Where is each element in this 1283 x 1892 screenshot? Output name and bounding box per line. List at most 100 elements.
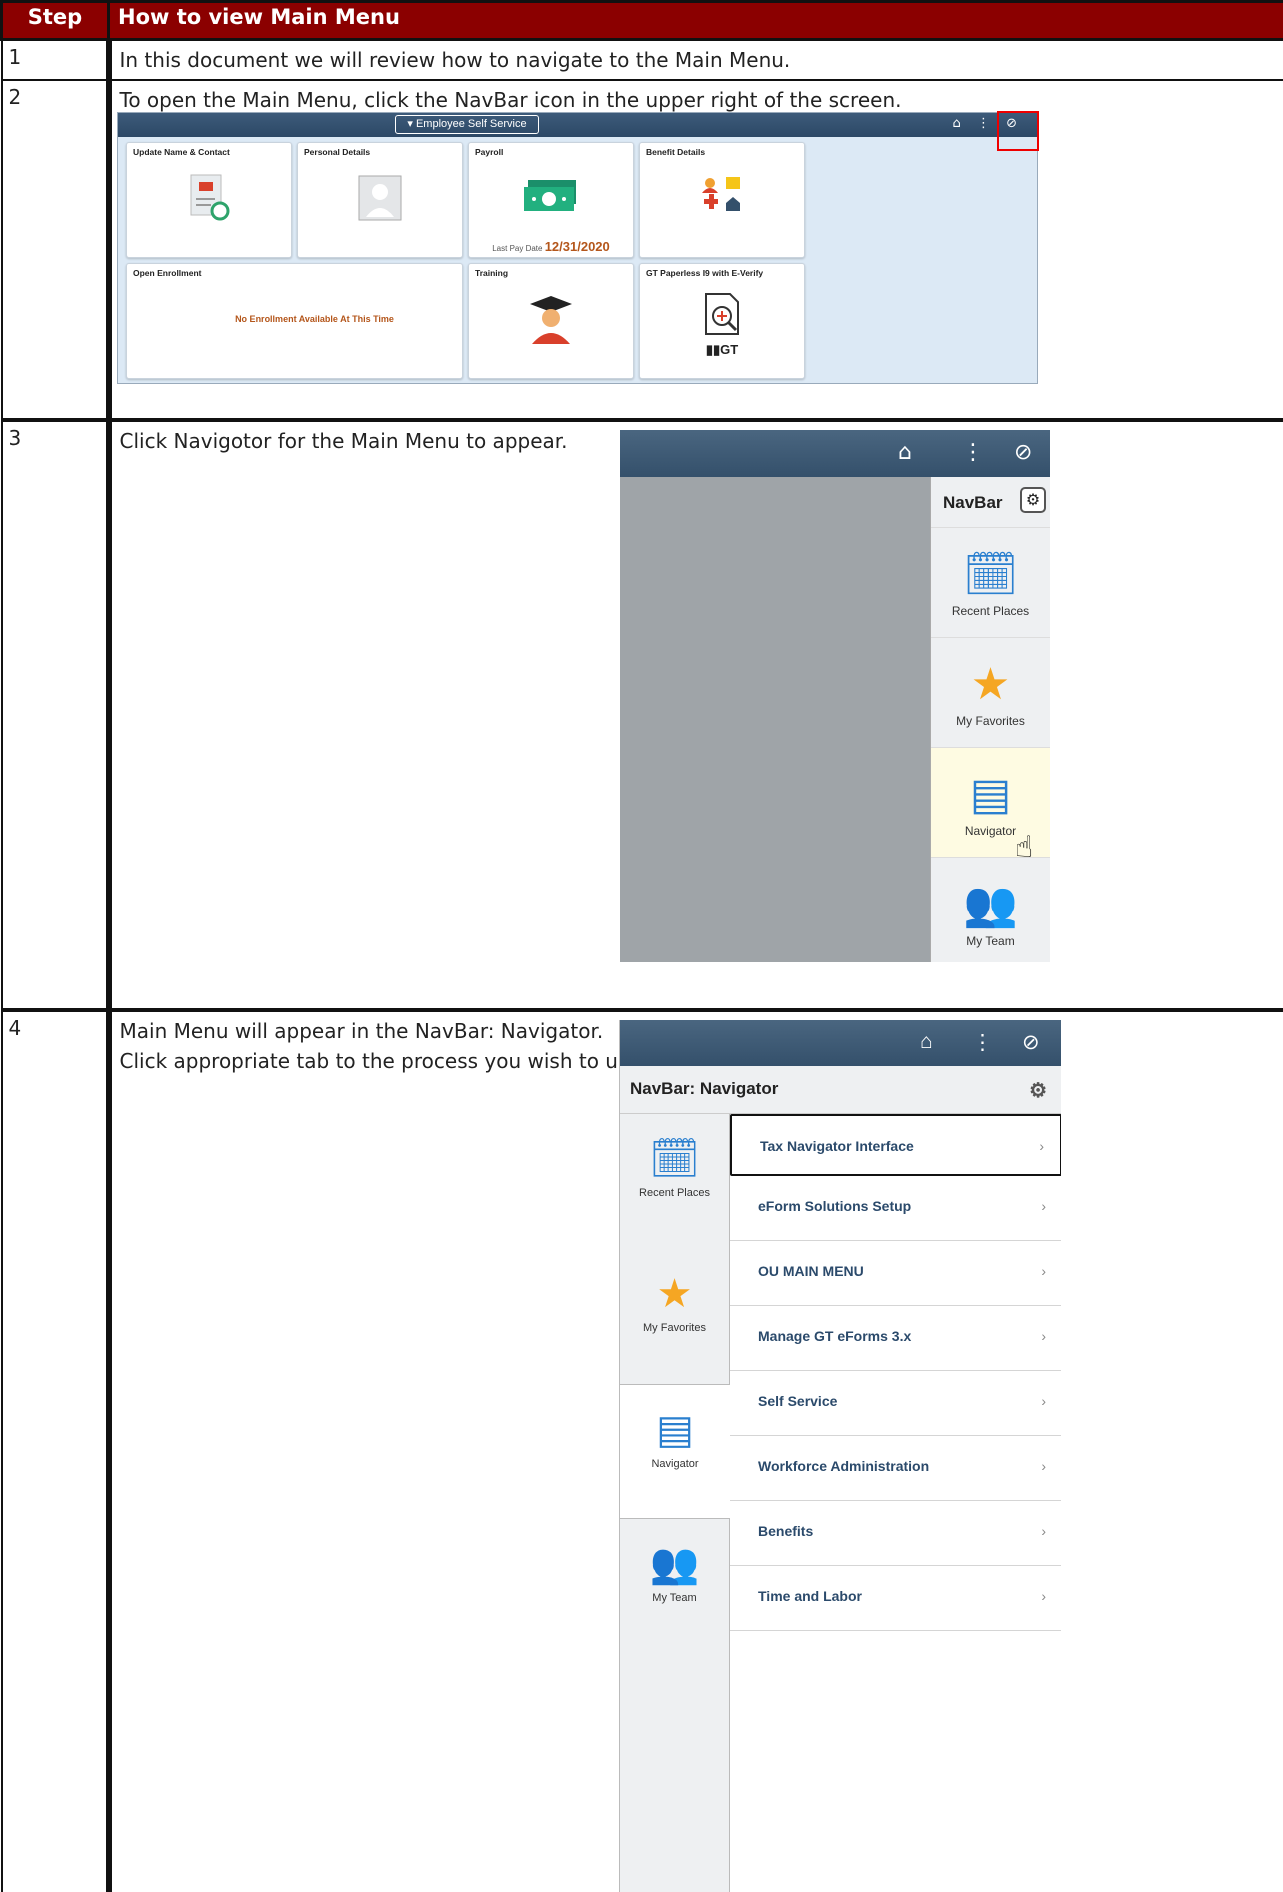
navbar-item-label: Recent Places	[951, 604, 1030, 618]
navbar-compass-icon[interactable]: ⊘	[1014, 440, 1032, 465]
navbar-item-label: My Favorites	[956, 714, 1025, 728]
step-number: 2	[0, 79, 112, 422]
tile-title: Payroll	[475, 147, 504, 157]
calendar-clock-icon: 🗓	[962, 550, 1019, 599]
menu-item[interactable]: eForm Solutions Setup ›	[730, 1176, 1061, 1241]
navbar-item-my-favorites[interactable]: ★ My Favorites	[931, 637, 1050, 747]
menu-item[interactable]: Self Service ›	[730, 1371, 1061, 1436]
tile-open-enrollment[interactable]: Open Enrollment No Enrollment Available …	[126, 263, 463, 379]
graduate-icon	[469, 294, 633, 351]
menu-item-label: Tax Navigator Interface	[760, 1138, 914, 1154]
ess-title-dropdown[interactable]: ▾ Employee Self Service	[395, 115, 539, 134]
menu-item[interactable]: Workforce Administration ›	[730, 1436, 1061, 1501]
star-icon: ★	[970, 660, 1011, 709]
document: Step How to view Main Menu 1 In this doc…	[0, 0, 1283, 1892]
menu-item[interactable]: OU MAIN MENU ›	[730, 1241, 1061, 1306]
navbar-header-bar: ⌂ ⋮ ⊘	[620, 430, 1050, 477]
money-icon	[469, 179, 633, 218]
last-pay-date: Last Pay Date 12/31/2020	[469, 239, 633, 254]
home-icon[interactable]: ⌂	[920, 1030, 933, 1054]
navigator-header: NavBar: Navigator ⚙	[620, 1066, 1061, 1114]
employee-self-service-screenshot: ▾ Employee Self Service ⌂ ⋮ ⊘ Update Nam…	[117, 111, 1039, 384]
step-text: In this document we will review how to n…	[107, 38, 1283, 81]
menu-item-label: Self Service	[758, 1393, 838, 1409]
chevron-right-icon: ›	[1041, 1263, 1046, 1279]
navbar-panel: NavBar ⚙ 🗓 Recent Places ★ My Favorites …	[930, 477, 1050, 962]
menu-item-label: Workforce Administration	[758, 1458, 930, 1474]
tile-benefit-details[interactable]: Benefit Details	[639, 142, 805, 258]
document-icon: ▤	[656, 1408, 694, 1452]
avatar-placeholder-icon	[298, 175, 462, 226]
navbar-item-label: My Team	[966, 934, 1015, 948]
team-icon: 👥	[963, 880, 1018, 929]
navbar-item-navigator[interactable]: ▤ Navigator	[620, 1384, 730, 1519]
home-icon[interactable]: ⌂	[953, 116, 961, 131]
chevron-right-icon: ›	[1041, 1328, 1046, 1344]
menu-item[interactable]: Time and Labor ›	[730, 1566, 1061, 1631]
navbar-item-label: My Team	[652, 1592, 697, 1604]
tile-personal-details[interactable]: Personal Details	[297, 142, 463, 258]
chevron-right-icon: ›	[1041, 1458, 1046, 1474]
tile-title: Personal Details	[304, 147, 371, 157]
last-pay-value: 12/31/2020	[544, 239, 610, 254]
navbar-item-my-team[interactable]: 👥 My Team	[931, 857, 1050, 962]
chevron-right-icon: ›	[1041, 1523, 1046, 1539]
tile-update-name[interactable]: Update Name & Contact	[126, 142, 292, 258]
navbar-item-my-team[interactable]: 👥 My Team	[620, 1519, 729, 1654]
menu-item[interactable]: Tax Navigator Interface ›	[730, 1114, 1061, 1176]
tile-title: Update Name & Contact	[133, 147, 230, 157]
tile-title: Benefit Details	[646, 147, 706, 157]
menu-item-label: Manage GT eForms 3.x	[758, 1328, 912, 1344]
tile-title: GT Paperless I9 with E-Verify	[646, 268, 764, 278]
navbar-side-tabs: 🗓 Recent Places ★ My Favorites ▤ Navigat…	[620, 1114, 730, 1892]
chevron-right-icon: ›	[1039, 1138, 1044, 1154]
home-icon[interactable]: ⌂	[898, 440, 912, 465]
calendar-clock-icon: 🗓	[649, 1137, 700, 1181]
gear-icon[interactable]: ⚙	[1029, 1078, 1047, 1103]
navbar-item-label: Navigator	[651, 1458, 699, 1470]
last-pay-label: Last Pay Date	[492, 244, 543, 253]
navbar-item-recent-places[interactable]: 🗓 Recent Places	[620, 1114, 729, 1249]
chevron-right-icon: ›	[1041, 1393, 1046, 1409]
tile-payroll[interactable]: Payroll Last Pay Date 12/31/2020	[468, 142, 634, 258]
tile-title: Open Enrollment	[133, 268, 202, 278]
navbar-item-my-favorites[interactable]: ★ My Favorites	[620, 1249, 729, 1384]
document-icon: ▤	[969, 770, 1012, 819]
document-search-icon	[640, 292, 804, 341]
hand-cursor-icon: ☝	[1015, 830, 1034, 865]
menu-item-label: Benefits	[758, 1523, 814, 1539]
team-icon: 👥	[649, 1542, 700, 1586]
navbar-item-label: Recent Places	[639, 1187, 710, 1199]
navbar-header-bar: ⌂ ⋮ ⊘	[620, 1020, 1061, 1066]
no-enrollment-text: No Enrollment Available At This Time	[235, 314, 394, 324]
tile-training[interactable]: Training	[468, 263, 634, 379]
header-step: Step	[0, 0, 110, 41]
navigator-title: NavBar: Navigator	[630, 1079, 779, 1098]
more-options-icon[interactable]: ⋮	[977, 116, 990, 131]
gt-logo-text: ▮▮GT	[705, 342, 739, 357]
navbar-navigator-screenshot: ⌂ ⋮ ⊘ NavBar: Navigator ⚙ 🗓 Recent Place…	[619, 1020, 1061, 1892]
more-options-icon[interactable]: ⋮	[972, 1030, 993, 1055]
navbar-highlight-box	[997, 111, 1039, 151]
navbar-item-recent-places[interactable]: 🗓 Recent Places	[931, 527, 1050, 637]
star-icon: ★	[656, 1272, 693, 1316]
navbar-item-label: My Favorites	[643, 1322, 706, 1334]
more-options-icon[interactable]: ⋮	[962, 440, 984, 465]
step-number: 3	[0, 419, 112, 1012]
benefits-icon	[640, 175, 804, 220]
tile-gt-paperless[interactable]: GT Paperless I9 with E-Verify ▮▮GT	[639, 263, 805, 379]
chevron-right-icon: ›	[1041, 1588, 1046, 1604]
step-number: 1	[0, 38, 112, 81]
navbar-screenshot: ⌂ ⋮ ⊘ NavBar ⚙ 🗓 Recent Places ★ My Favo…	[620, 430, 1050, 962]
menu-item[interactable]: Manage GT eForms 3.x ›	[730, 1306, 1061, 1371]
menu-item-label: Time and Labor	[758, 1588, 862, 1604]
document-refresh-icon	[127, 173, 291, 228]
menu-item-label: eForm Solutions Setup	[758, 1198, 912, 1214]
ess-header-bar: ▾ Employee Self Service ⌂ ⋮ ⊘	[118, 113, 1037, 137]
step-number: 4	[0, 1009, 112, 1892]
chevron-right-icon: ›	[1041, 1198, 1046, 1214]
navbar-item-label: Navigator	[964, 824, 1017, 838]
gear-icon[interactable]: ⚙	[1020, 487, 1046, 513]
navbar-compass-icon[interactable]: ⊘	[1022, 1030, 1040, 1055]
menu-item[interactable]: Benefits ›	[730, 1501, 1061, 1566]
